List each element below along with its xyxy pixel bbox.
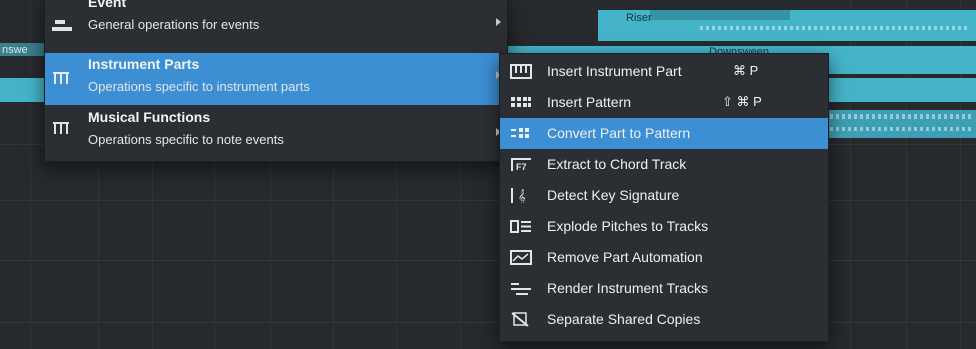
menu-item-description: General operations for events <box>88 17 260 32</box>
submenu-item-label: Extract to Chord Track <box>547 156 687 172</box>
keyboard-shortcut: ⌘ P <box>733 63 759 78</box>
submenu-item-label: Explode Pitches to Tracks <box>547 218 709 234</box>
submenu-item-insert-pattern[interactable]: Insert Pattern ⇧ ⌘ P <box>500 87 828 118</box>
menu-item-description: Operations specific to note events <box>88 132 284 147</box>
chord-track-icon: F7 <box>511 158 531 172</box>
musical-functions-icon <box>53 122 69 134</box>
submenu-item-insert-instrument-part[interactable]: Insert Instrument Part ⌘ P <box>500 56 828 87</box>
remove-automation-icon <box>510 250 532 265</box>
keyboard-shortcut: ⇧ ⌘ P <box>722 94 762 109</box>
separate-copies-icon <box>511 312 529 327</box>
submenu-item-label: Insert Instrument Part <box>547 63 682 79</box>
submenu-item-label: Detect Key Signature <box>547 187 680 203</box>
key-signature-icon: 𝄞 <box>511 188 526 203</box>
pattern-clip-notes <box>830 114 974 119</box>
submenu-item-separate-shared-copies[interactable]: Separate Shared Copies <box>500 304 828 335</box>
svg-text:𝄞: 𝄞 <box>518 190 526 203</box>
menu-item-instrument-parts[interactable]: Instrument Parts Operations specific to … <box>45 53 507 105</box>
track-clip-left[interactable] <box>0 78 44 102</box>
chevron-right-icon <box>496 18 501 26</box>
svg-text:F7: F7 <box>516 162 527 172</box>
submenu-item-explode-pitches-to-tracks[interactable]: Explode Pitches to Tracks <box>500 211 828 242</box>
clip-label-nswe: nswe <box>2 44 28 56</box>
submenu-item-label: Remove Part Automation <box>547 249 703 265</box>
submenu-item-remove-part-automation[interactable]: Remove Part Automation <box>500 242 828 273</box>
explode-pitches-icon <box>510 220 531 233</box>
riser-clip-shadow <box>650 10 790 20</box>
submenu-item-label: Convert Part to Pattern <box>547 125 691 141</box>
convert-pattern-icon <box>511 128 529 138</box>
submenu-item-detect-key-signature[interactable]: 𝄞 Detect Key Signature <box>500 180 828 211</box>
pattern-grid-icon <box>511 97 531 107</box>
submenu-item-convert-part-to-pattern[interactable]: Convert Part to Pattern <box>500 118 828 149</box>
menu-item-title: Musical Functions <box>88 109 211 125</box>
menu-item-event[interactable]: Event General operations for events <box>45 0 507 52</box>
submenu-item-label: Insert Pattern <box>547 94 632 110</box>
instrument-parts-submenu: Insert Instrument Part ⌘ P Insert Patter… <box>499 53 829 342</box>
menu-item-musical-functions[interactable]: Musical Functions Operations specific to… <box>45 106 507 158</box>
pattern-clip-notes-2 <box>830 127 974 131</box>
menu-item-title: Event <box>88 0 127 10</box>
submenu-item-render-instrument-tracks[interactable]: Render Instrument Tracks <box>500 273 828 304</box>
instrument-parts-icon <box>53 72 69 84</box>
piano-keys-icon <box>510 64 532 79</box>
context-menu: Event General operations for events Inst… <box>44 0 508 162</box>
menu-item-title: Instrument Parts <box>88 56 200 72</box>
submenu-item-label: Render Instrument Tracks <box>547 280 709 296</box>
submenu-item-label: Separate Shared Copies <box>547 311 701 327</box>
event-icon <box>52 20 72 31</box>
menu-item-description: Operations specific to instrument parts <box>88 79 310 94</box>
render-tracks-icon <box>511 283 531 295</box>
riser-waveform <box>700 26 970 30</box>
submenu-item-extract-to-chord-track[interactable]: F7 Extract to Chord Track <box>500 149 828 180</box>
clip-label-riser: Riser <box>626 12 652 24</box>
